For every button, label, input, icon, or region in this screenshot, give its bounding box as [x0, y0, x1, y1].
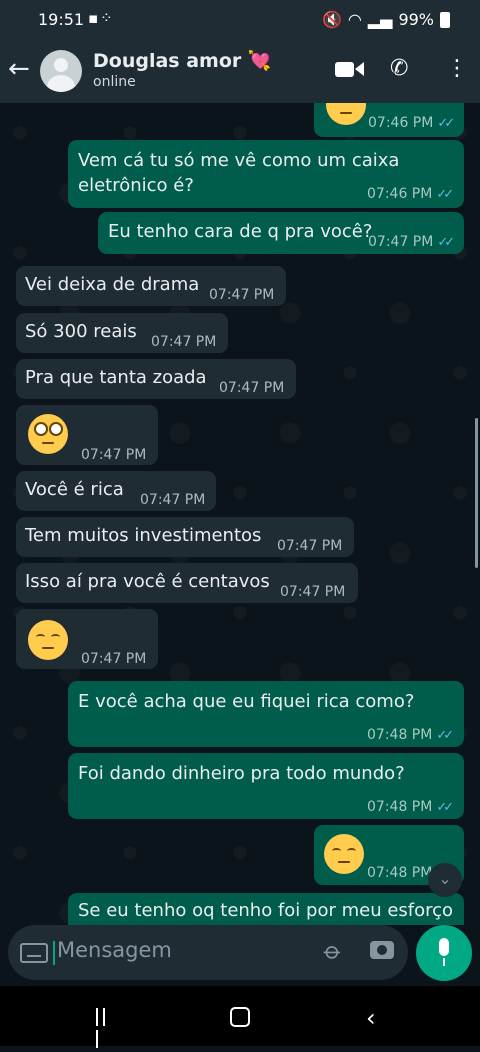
battery-icon: [440, 11, 450, 28]
camera-icon[interactable]: [370, 941, 394, 959]
avatar[interactable]: [40, 50, 82, 92]
message-text: Se eu tenho oq tenho foi por meu esforço: [78, 900, 454, 921]
mic-stand: [443, 958, 445, 966]
read-ticks-icon: ✓✓: [436, 187, 454, 202]
message-bubble[interactable]: 07:46 PM ✓✓: [314, 103, 464, 137]
message-bubble[interactable]: 07:47 PM: [16, 405, 158, 465]
read-ticks-icon: ✓✓: [437, 116, 455, 131]
home-icon[interactable]: [230, 1007, 250, 1027]
message-bubble[interactable]: Foi dando dinheiro pra todo mundo? 07:48…: [68, 753, 464, 819]
back-nav-icon[interactable]: ‹: [366, 1004, 376, 1032]
wifi-icon: ◠: [347, 10, 362, 29]
message-text: eletrônico é?: [78, 175, 194, 196]
message-bubble[interactable]: Se eu tenho oq tenho foi por meu esforço: [68, 893, 464, 925]
message-text: Isso aí pra você é centavos: [25, 571, 270, 592]
chat-area[interactable]: 07:46 PM ✓✓ Vem cá tu só me vê como um ca…: [0, 103, 480, 925]
message-time: 07:47 PM: [81, 651, 147, 667]
message-text: Pra que tanta zoada: [25, 367, 207, 388]
unamused-emoji-icon: [324, 834, 364, 874]
contact-status: online: [93, 74, 136, 90]
message-text: Foi dando dinheiro pra todo mundo?: [78, 763, 405, 784]
message-bubble[interactable]: 07:47 PM: [16, 609, 158, 669]
notification-icons: ▪⁘: [88, 9, 115, 27]
read-ticks-icon: ✓✓: [437, 235, 455, 250]
contact-name[interactable]: Douglas amor 💘: [93, 49, 272, 72]
message-text: Você é rica: [25, 479, 124, 500]
read-ticks-icon: ✓✓: [436, 800, 454, 815]
message-time: 07:47 PM: [368, 234, 434, 250]
message-time: 07:47 PM: [81, 447, 147, 463]
status-time: 19:51: [38, 10, 85, 29]
message-time: 07:46 PM: [367, 186, 433, 202]
message-bubble[interactable]: Vem cá tu só me vê como um caixa eletrôn…: [68, 140, 464, 208]
phone-call-icon[interactable]: ✆: [390, 56, 408, 81]
message-time: 07:47 PM: [209, 287, 275, 303]
keyboard-icon[interactable]: [20, 943, 48, 963]
message-bubble[interactable]: Só 300 reais 07:47 PM: [16, 313, 228, 353]
read-ticks-icon: ✓✓: [436, 728, 454, 743]
chat-header: ← Douglas amor 💘 online ✆ ⋮: [0, 40, 480, 103]
input-bar: Mensagem ⌀: [0, 925, 480, 985]
message-bubble[interactable]: Eu tenho cara de q pra você? 07:47 PM ✓✓: [98, 212, 464, 254]
status-right-icons: 🔇 ◠ ▂▄ 99%: [322, 10, 450, 29]
text-cursor: [53, 941, 55, 965]
message-text: E você acha que eu fiquei rica como?: [78, 691, 415, 712]
message-bubble[interactable]: Você é rica 07:47 PM: [16, 471, 216, 511]
message-time: 07:47 PM: [140, 492, 206, 508]
message-bubble[interactable]: Pra que tanta zoada 07:47 PM: [16, 359, 296, 399]
message-bubble[interactable]: Tem muitos investimentos 07:47 PM: [16, 517, 354, 557]
message-time: 07:47 PM: [151, 334, 217, 350]
message-time: 07:47 PM: [219, 380, 285, 396]
message-bubble[interactable]: Vei deixa de drama 07:47 PM: [16, 266, 286, 306]
unamused-emoji-icon: [28, 620, 68, 660]
eye-roll-emoji-icon: [28, 414, 68, 454]
message-bubble[interactable]: Isso aí pra você é centavos 07:47 PM: [16, 563, 358, 603]
message-text: Só 300 reais: [25, 321, 137, 342]
message-bubble[interactable]: E você acha que eu fiquei rica como? 07:…: [68, 681, 464, 747]
message-time: 07:47 PM: [280, 584, 346, 600]
message-input-field[interactable]: Mensagem ⌀: [8, 925, 408, 980]
message-time: 07:48 PM: [367, 727, 433, 743]
message-text: Vei deixa de drama: [25, 274, 200, 295]
message-time: 07:48 PM: [367, 799, 433, 815]
message-time: 07:48 PM: [367, 865, 433, 881]
message-text: Tem muitos investimentos: [25, 525, 262, 546]
unamused-emoji-icon: [326, 103, 366, 125]
message-time: 07:47 PM: [277, 538, 343, 554]
more-options-icon[interactable]: ⋮: [446, 56, 468, 81]
scrollbar[interactable]: [475, 418, 478, 568]
recents-icon[interactable]: [96, 1008, 116, 1048]
mic-icon: [439, 938, 449, 956]
attach-icon[interactable]: ⌀: [318, 936, 348, 966]
message-text: Eu tenho cara de q pra você?: [108, 221, 373, 242]
message-time: 07:46 PM: [368, 115, 434, 131]
status-bar: 19:51 ▪⁘ 🔇 ◠ ▂▄ 99%: [0, 0, 480, 40]
mute-icon: 🔇: [321, 10, 342, 29]
signal-icon: ▂▄: [367, 10, 393, 29]
system-nav-bar: ‹: [0, 986, 480, 1048]
video-call-icon[interactable]: [335, 56, 364, 81]
message-input[interactable]: Mensagem: [57, 938, 172, 962]
mic-button[interactable]: [416, 925, 472, 981]
back-arrow-icon[interactable]: ←: [8, 54, 30, 84]
scroll-down-icon[interactable]: ⌄: [428, 863, 462, 897]
message-text: Vem cá tu só me vê como um caixa: [78, 150, 400, 171]
battery-label: 99%: [398, 10, 434, 29]
